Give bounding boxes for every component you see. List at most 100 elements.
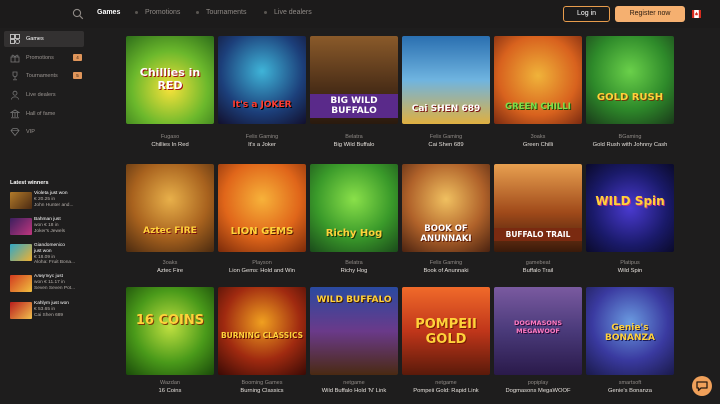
- winner-line: Kahlym just won: [34, 301, 69, 306]
- top-bar: Games Promotions Tournaments Live dealer…: [0, 0, 720, 28]
- game-provider: Felix Gaming: [429, 260, 463, 266]
- game-art-title: BURNING CLASSICS: [220, 331, 304, 340]
- nav-promotions[interactable]: Promotions: [145, 9, 180, 16]
- register-button[interactable]: Register now: [615, 6, 685, 22]
- winner-item[interactable]: Kahlym just won € 53.65 in Cai Shen 689: [10, 300, 85, 322]
- winner-amount: € 18.09 in: [34, 254, 56, 260]
- game-thumbnail[interactable]: Chillies in RED: [126, 36, 214, 124]
- winner-game: Joker's Jewels: [34, 228, 66, 234]
- game-provider: popiplay: [527, 380, 549, 386]
- game-thumbnail[interactable]: Aztec FIRE: [126, 164, 214, 252]
- game-name: Dogmasons MegaWOOF: [505, 388, 571, 394]
- latest-winners-title: Latest winners: [10, 180, 49, 186]
- game-thumbnail[interactable]: POMPEII GOLD: [402, 287, 490, 375]
- game-art-title: POMPEII GOLD: [415, 317, 477, 347]
- nav-games[interactable]: Games: [97, 9, 120, 16]
- login-button[interactable]: Log in: [563, 6, 610, 22]
- game-art-title: Aztec FIRE: [143, 226, 197, 236]
- game-provider: 3oaks: [530, 134, 546, 140]
- winner-amount: € 53.65 in: [34, 306, 56, 312]
- game-thumbnail[interactable]: WILD Spin: [586, 164, 674, 252]
- game-thumbnail[interactable]: DOGMASONS MEGAWOOF: [494, 287, 582, 375]
- sidebar-item-vip[interactable]: VIP: [4, 124, 84, 140]
- game-provider: Felix Gaming: [245, 134, 279, 140]
- game-thumbnail[interactable]: 16 COINS: [126, 287, 214, 375]
- game-name: Burning Classics: [240, 388, 284, 394]
- diamond-icon: [10, 128, 20, 137]
- count-badge: 5: [73, 72, 82, 79]
- game-provider: Playson: [252, 260, 272, 266]
- game-thumbnail[interactable]: Cai SHEN 689: [402, 36, 490, 124]
- game-provider: netgame: [435, 380, 457, 386]
- game-thumbnail[interactable]: GOLD RUSH: [586, 36, 674, 124]
- winner-item[interactable]: Violeta just won € 20.25 in John Hunter an…: [10, 190, 85, 212]
- game-thumbnail[interactable]: LION GEMS: [218, 164, 306, 252]
- game-thumbnail: [10, 302, 32, 319]
- game-provider: Belatra: [345, 260, 363, 266]
- winner-game: John Hunter and...: [34, 202, 74, 208]
- games-icon: [10, 34, 20, 44]
- winner-item[interactable]: Bahman just won € 18 in Joker's Jewels: [10, 216, 85, 238]
- winner-amount: won € 11.17 in: [34, 279, 65, 285]
- game-name: Aztec Fire: [156, 268, 184, 274]
- chat-icon: [696, 381, 708, 392]
- game-name: Genie's Bonanza: [608, 388, 652, 394]
- sidebar-item-live-dealers[interactable]: Live dealers: [4, 87, 84, 103]
- nav-live-dealers[interactable]: Live dealers: [274, 9, 312, 16]
- nav-tournaments[interactable]: Tournaments: [206, 9, 246, 16]
- hall-icon: [10, 109, 20, 119]
- game-thumbnail[interactable]: BOOK OF ANUNNAKI: [402, 164, 490, 252]
- sidebar-item-hall-of-fame[interactable]: Hall of fame: [4, 106, 84, 122]
- game-name: Buffalo Trail: [522, 268, 554, 274]
- game-thumbnail[interactable]: BUFFALO TRAIL: [494, 164, 582, 252]
- game-thumbnail[interactable]: BURNING CLASSICS: [218, 287, 306, 375]
- game-art-title: Chillies in RED: [139, 66, 201, 92]
- game-thumbnail[interactable]: It's a JOKER: [218, 36, 306, 124]
- game-art-title: GOLD RUSH: [596, 92, 664, 103]
- game-name: Book of Anunnaki: [423, 268, 469, 274]
- winner-game: Aloha: Fruit Bona...: [34, 260, 76, 266]
- winner-game: Cai Shen 689: [34, 312, 64, 318]
- chat-button[interactable]: [692, 376, 712, 396]
- winner-line: Giandomenico: [34, 243, 65, 248]
- game-name: Wild Buffalo Hold 'N' Link: [321, 388, 387, 394]
- game-provider: Felix Gaming: [429, 134, 463, 140]
- game-name: Chillies In Red: [151, 142, 189, 148]
- sidebar-item-games[interactable]: Games: [4, 31, 84, 47]
- nav-separator: [264, 11, 267, 14]
- game-art-title: Cai SHEN 689: [411, 104, 481, 114]
- game-thumbnail: [10, 244, 32, 261]
- game-provider: gamebeat: [525, 260, 551, 266]
- sidebar-item-tournaments[interactable]: Tournaments 5: [4, 68, 84, 84]
- sidebar-item-label: Hall of fame: [26, 111, 56, 117]
- game-art-title: Genie's BONANZA: [604, 323, 656, 343]
- nav-separator: [135, 11, 138, 14]
- game-thumbnail: [10, 218, 32, 235]
- game-provider: BGaming: [618, 134, 642, 140]
- game-thumbnail[interactable]: BIG WILD BUFFALO: [310, 36, 398, 124]
- winner-item[interactable]: Giandomenico just won € 18.09 in Aloha: Fru…: [10, 242, 85, 266]
- winner-line: just won: [34, 248, 52, 254]
- game-thumbnail[interactable]: GREEN CHILLI: [494, 36, 582, 124]
- search-icon[interactable]: [72, 8, 84, 20]
- sidebar-item-label: Promotions: [26, 55, 54, 61]
- game-provider: smartsoft: [618, 380, 642, 386]
- game-name: Lion Gems: Hold and Win: [228, 268, 296, 274]
- nav-separator: [196, 11, 199, 14]
- game-thumbnail[interactable]: Genie's BONANZA: [586, 287, 674, 375]
- game-name: Wild Spin: [617, 268, 643, 274]
- game-thumbnail[interactable]: WILD BUFFALO: [310, 287, 398, 375]
- winner-item[interactable]: Алиуткус just won € 11.17 in Seven Seven P…: [10, 273, 85, 295]
- game-name: 16 Coins: [158, 388, 182, 394]
- game-art-title: BUFFALO TRAIL: [494, 228, 582, 241]
- game-provider: Booming Games: [241, 380, 283, 386]
- canada-flag-icon[interactable]: [692, 10, 701, 18]
- winner-game: Seven Seven Pot...: [34, 285, 76, 291]
- winner-line: Алиуткус just: [34, 274, 63, 279]
- game-thumbnail[interactable]: Richy Hog: [310, 164, 398, 252]
- trophy-icon: [12, 71, 18, 81]
- game-name: It's a Joker: [248, 142, 276, 148]
- sidebar-item-promotions[interactable]: Promotions 4: [4, 50, 84, 66]
- game-name: Richy Hog: [340, 268, 368, 274]
- game-art-title: GREEN CHILLI: [505, 102, 571, 112]
